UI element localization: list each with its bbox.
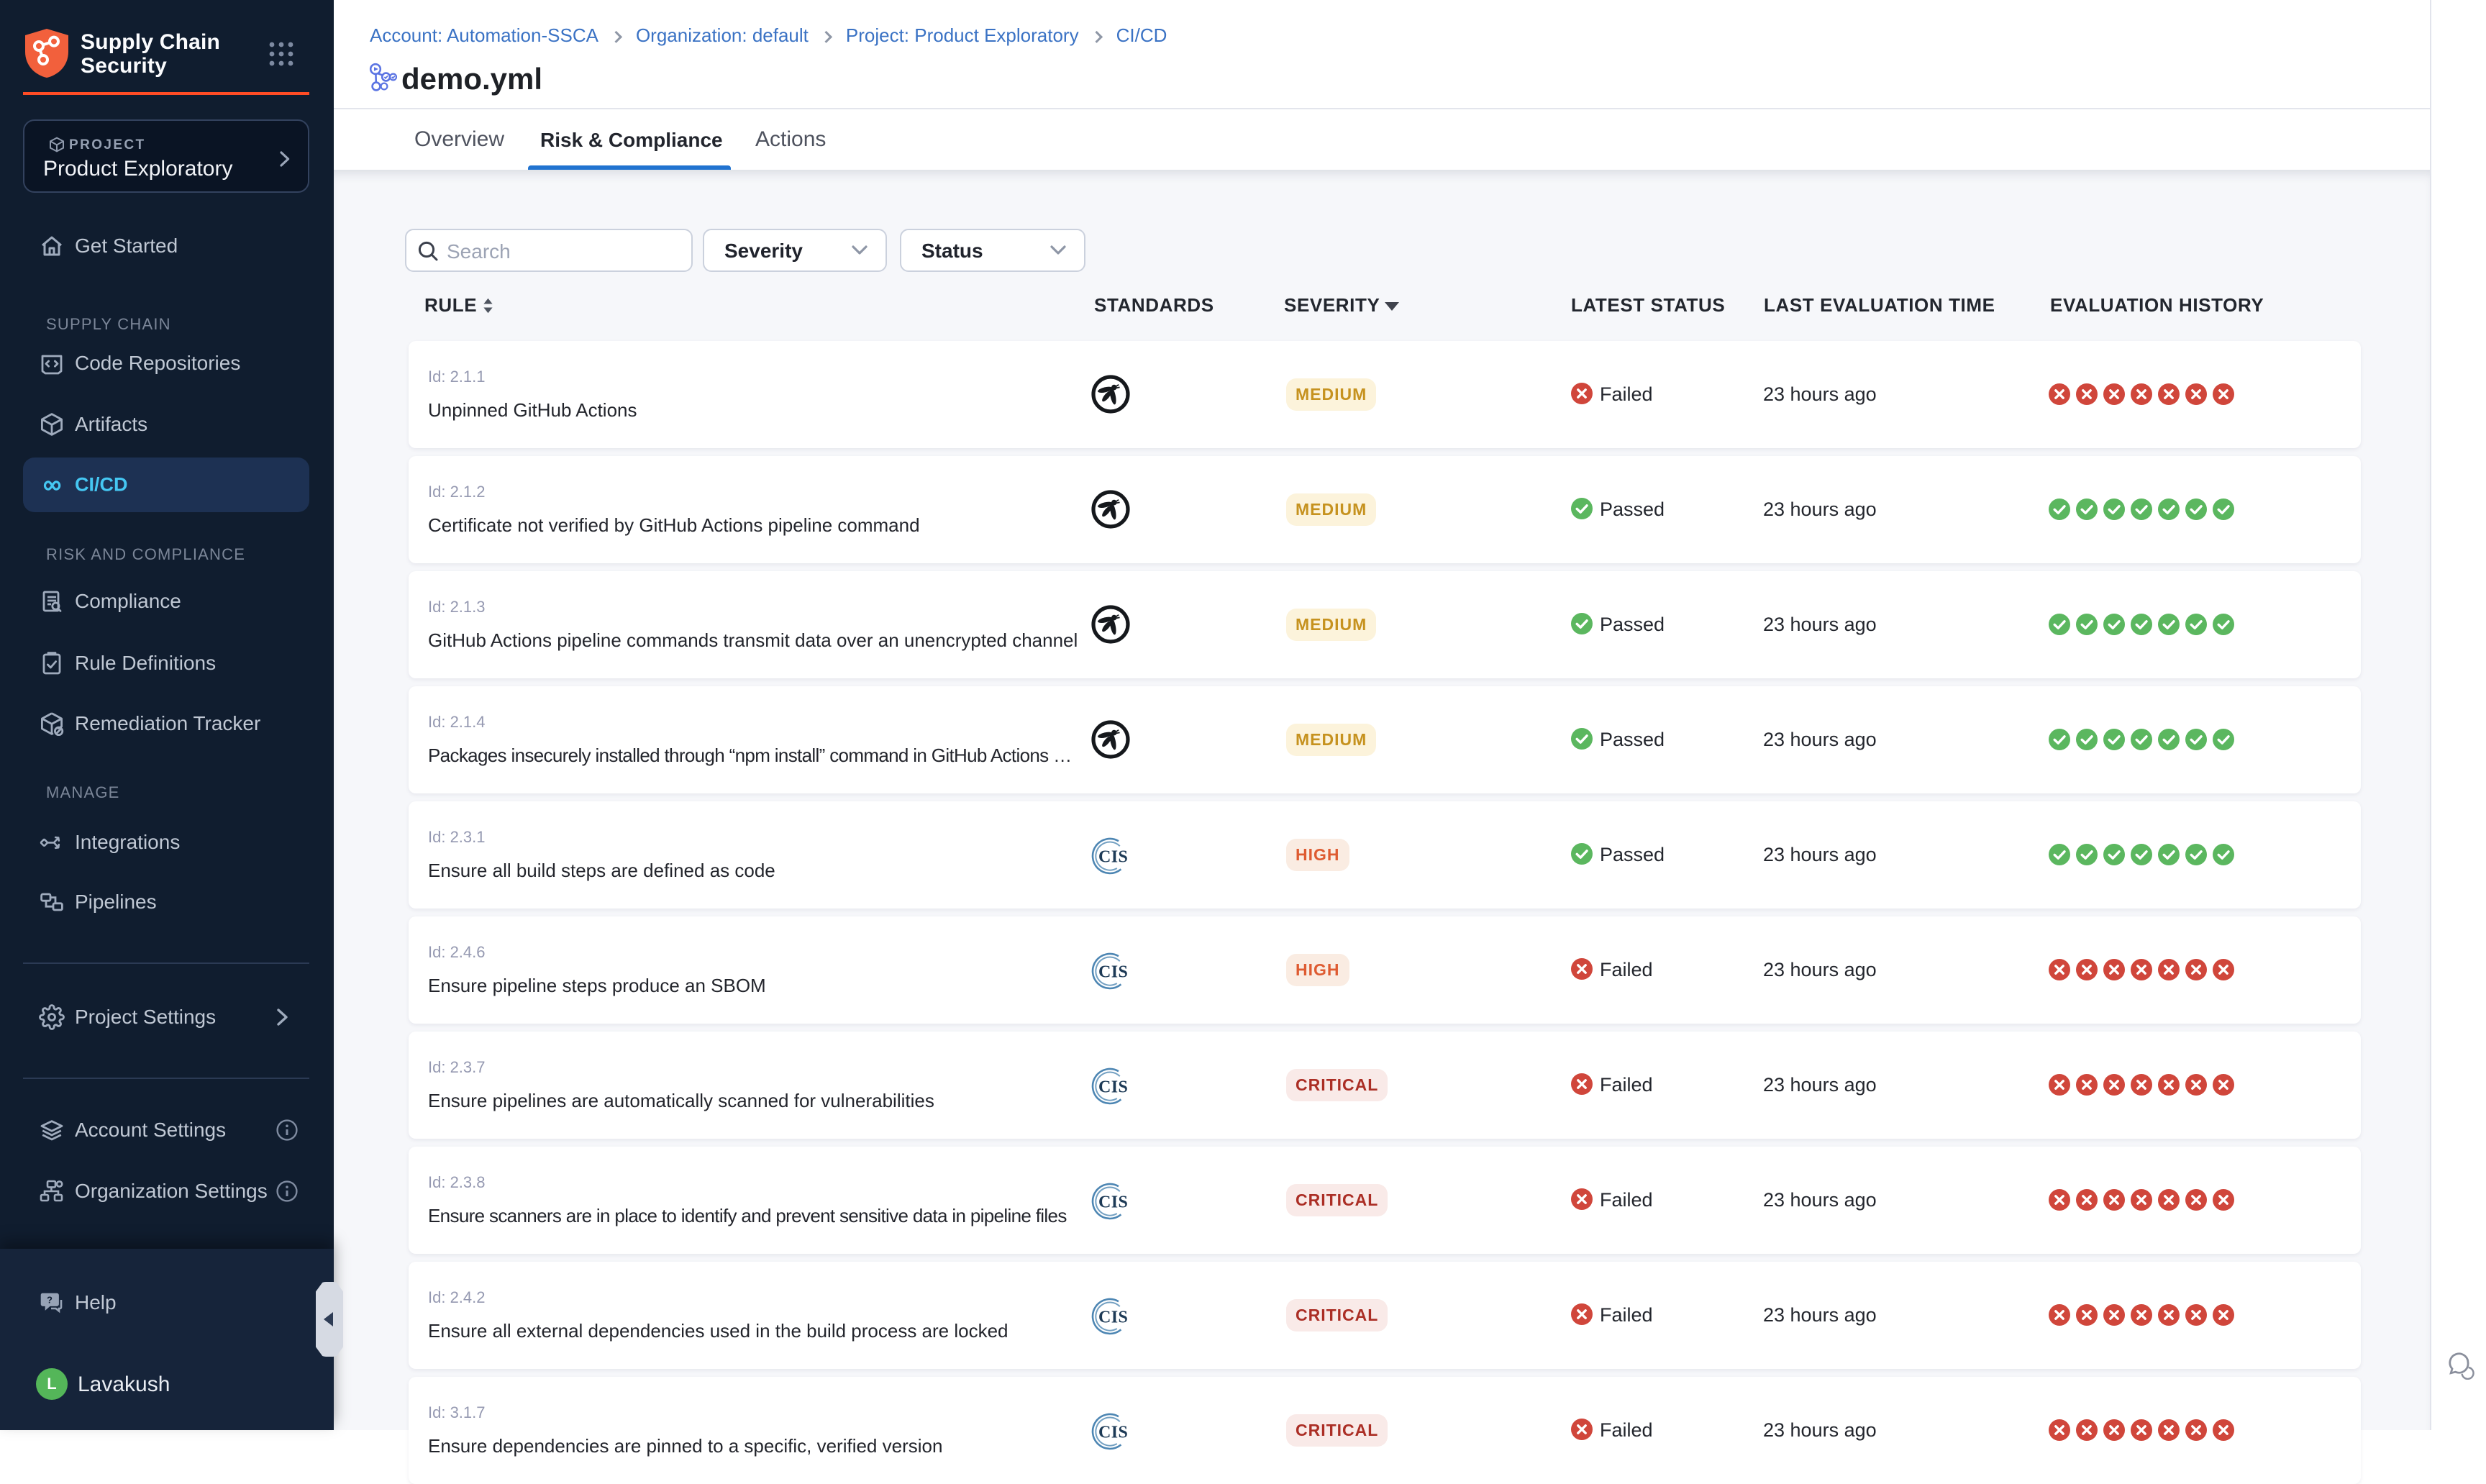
svg-text:CIS: CIS <box>1098 1078 1128 1096</box>
svg-text:CIS: CIS <box>1098 1193 1128 1211</box>
svg-text:?: ? <box>47 1295 53 1306</box>
svg-text:CIS: CIS <box>1098 962 1128 981</box>
svg-text:CIS: CIS <box>1098 1423 1128 1442</box>
svg-text:CIS: CIS <box>1098 1308 1128 1326</box>
svg-text:CIS: CIS <box>1098 847 1128 866</box>
